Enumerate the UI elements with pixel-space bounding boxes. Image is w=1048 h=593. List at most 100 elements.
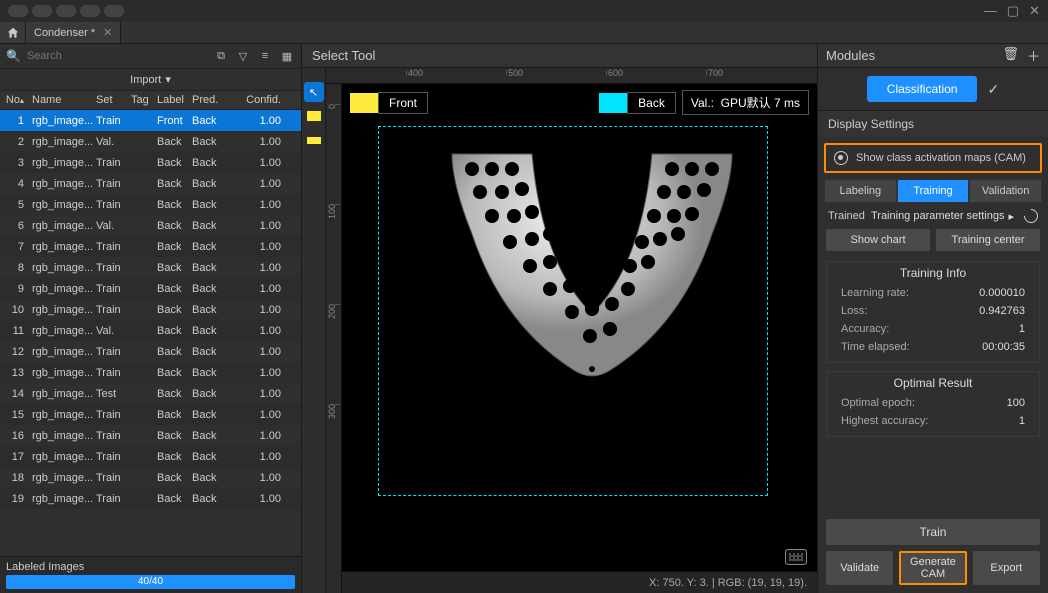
tool-strip: ↖ — [302, 68, 326, 593]
col-no[interactable]: No▴ — [0, 91, 28, 109]
filter-icon[interactable]: ▽ — [235, 48, 251, 64]
modules-title: Modules — [826, 48, 875, 63]
col-confid[interactable]: Confid. — [228, 91, 301, 109]
left-panel: 🔍 ⧉ ▽ ≡ ▦ Import ▾ No▴ Name Set Tag Labe… — [0, 44, 302, 593]
close-button[interactable]: ✕ — [1029, 3, 1040, 19]
color-swatch-yellow-2[interactable] — [304, 130, 324, 150]
table-row[interactable]: 11rgb_image...Val.BackBack1.00 — [0, 320, 301, 341]
table-row[interactable]: 3rgb_image...TrainBackBack1.00 — [0, 152, 301, 173]
front-label: Front — [378, 92, 428, 114]
app-menu-blob[interactable] — [56, 5, 76, 17]
search-icon: 🔍 — [6, 49, 21, 63]
image-canvas[interactable]: Front Back Val.: GPU默认 7 ms — [342, 84, 817, 571]
center-panel: Select Tool ↖ 400500600700 0100200300 Fr… — [302, 44, 818, 593]
table-row[interactable]: 1rgb_image...TrainFrontBack1.00 — [0, 110, 301, 131]
table-row[interactable]: 17rgb_image...TrainBackBack1.00 — [0, 446, 301, 467]
training-params-link[interactable]: Training parameter settings ▸ — [871, 210, 1014, 223]
table-row[interactable]: 12rgb_image...TrainBackBack1.00 — [0, 341, 301, 362]
search-input[interactable] — [27, 50, 207, 62]
cam-toggle[interactable]: Show class activation maps (CAM) — [824, 143, 1042, 173]
right-panel: Modules 🗑 ＋ Classification ✓ Display Sett… — [818, 44, 1048, 593]
trained-status: Trained — [828, 210, 865, 222]
chevron-right-icon: ▸ — [1008, 210, 1014, 223]
viewport[interactable]: 400500600700 0100200300 Front Back Val.:… — [326, 68, 817, 593]
table-row[interactable]: 9rgb_image...TrainBackBack1.00 — [0, 278, 301, 299]
col-set[interactable]: Set — [92, 91, 127, 109]
col-name[interactable]: Name — [28, 91, 92, 109]
inference-info: Val.: GPU默认 7 ms — [682, 90, 809, 115]
app-menu-blob[interactable] — [104, 5, 124, 17]
classification-module[interactable]: Classification — [867, 76, 978, 102]
display-settings-title: Display Settings — [818, 110, 1048, 137]
class-chip-front[interactable]: Front — [350, 92, 428, 114]
tab-training[interactable]: Training — [897, 179, 970, 203]
keyboard-icon[interactable] — [785, 549, 807, 565]
app-menu-blob[interactable] — [8, 5, 28, 17]
optimal-row: Optimal epoch:100 — [827, 394, 1039, 412]
progress-bar: 40/40 — [6, 575, 295, 589]
color-swatch-yellow[interactable] — [304, 106, 324, 126]
app-menu-blob[interactable] — [32, 5, 52, 17]
table-row[interactable]: 15rgb_image...TrainBackBack1.00 — [0, 404, 301, 425]
check-icon: ✓ — [987, 81, 999, 98]
mode-tabs: Labeling Training Validation — [824, 179, 1042, 203]
table-row[interactable]: 19rgb_image...TrainBackBack1.00 — [0, 488, 301, 509]
import-label: Import — [130, 74, 161, 86]
select-tool[interactable]: ↖ — [304, 82, 324, 102]
labeled-images-label: Labeled Images — [6, 561, 295, 573]
table-row[interactable]: 6rgb_image...Val.BackBack1.00 — [0, 215, 301, 236]
file-tab-title: Condenser * — [34, 27, 95, 39]
generate-cam-button[interactable]: Generate CAM — [899, 551, 966, 585]
show-chart-button[interactable]: Show chart — [826, 229, 930, 251]
file-tab[interactable]: Condenser * ✕ — [26, 22, 121, 43]
import-dropdown[interactable]: Import ▾ — [130, 73, 171, 86]
info-row: Learning rate:0.000010 — [827, 284, 1039, 302]
progress-text: 40/40 — [6, 575, 295, 589]
table-row[interactable]: 5rgb_image...TrainBackBack1.00 — [0, 194, 301, 215]
home-button[interactable] — [0, 22, 26, 43]
col-label[interactable]: Label — [153, 91, 188, 109]
table-row[interactable]: 8rgb_image...TrainBackBack1.00 — [0, 257, 301, 278]
add-icon[interactable]: ＋ — [1027, 46, 1040, 65]
table-row[interactable]: 10rgb_image...TrainBackBack1.00 — [0, 299, 301, 320]
part-image — [432, 144, 752, 424]
table-row[interactable]: 4rgb_image...TrainBackBack1.00 — [0, 173, 301, 194]
table-row[interactable]: 7rgb_image...TrainBackBack1.00 — [0, 236, 301, 257]
validate-button[interactable]: Validate — [826, 551, 893, 585]
training-center-button[interactable]: Training center — [936, 229, 1040, 251]
table-row[interactable]: 14rgb_image...TestBackBack1.00 — [0, 383, 301, 404]
col-tag[interactable]: Tag — [127, 91, 153, 109]
minimize-button[interactable]: — — [984, 3, 997, 19]
titlebar: — ▢ ✕ — [0, 0, 1048, 22]
grid-view-icon[interactable]: ▦ — [279, 48, 295, 64]
back-label: Back — [627, 92, 676, 114]
info-row: Accuracy:1 — [827, 320, 1039, 338]
search-row: 🔍 ⧉ ▽ ≡ ▦ — [0, 44, 301, 69]
tab-labeling[interactable]: Labeling — [824, 179, 897, 203]
delete-icon[interactable]: 🗑 — [1002, 46, 1019, 65]
ruler-horizontal: 400500600700 — [326, 68, 817, 84]
table-row[interactable]: 16rgb_image...TrainBackBack1.00 — [0, 425, 301, 446]
export-button[interactable]: Export — [973, 551, 1040, 585]
eye-icon — [834, 151, 848, 165]
info-row: Loss:0.942763 — [827, 302, 1039, 320]
ruler-vertical: 0100200300 — [326, 84, 342, 593]
app-menu-blob[interactable] — [80, 5, 100, 17]
table-row[interactable]: 2rgb_image...Val.BackBack1.00 — [0, 131, 301, 152]
table-body[interactable]: 1rgb_image...TrainFrontBack1.002rgb_imag… — [0, 110, 301, 556]
table-row[interactable]: 18rgb_image...TrainBackBack1.00 — [0, 467, 301, 488]
add-image-icon[interactable]: ⧉ — [213, 48, 229, 64]
status-bar: X: 750. Y: 3. | RGB: (19, 19, 19). — [342, 571, 817, 593]
tab-validation[interactable]: Validation — [969, 179, 1042, 203]
revert-icon[interactable] — [1021, 206, 1041, 226]
table-row[interactable]: 13rgb_image...TrainBackBack1.00 — [0, 362, 301, 383]
train-button[interactable]: Train — [826, 519, 1040, 545]
close-icon[interactable]: ✕ — [103, 26, 112, 39]
class-chip-back[interactable]: Back — [599, 92, 676, 114]
tab-bar: Condenser * ✕ — [0, 22, 1048, 44]
list-view-icon[interactable]: ≡ — [257, 48, 273, 64]
optimal-result-title: Optimal Result — [827, 372, 1039, 394]
chevron-down-icon: ▾ — [165, 73, 171, 86]
maximize-button[interactable]: ▢ — [1007, 3, 1019, 19]
col-pred[interactable]: Pred. — [188, 91, 228, 109]
